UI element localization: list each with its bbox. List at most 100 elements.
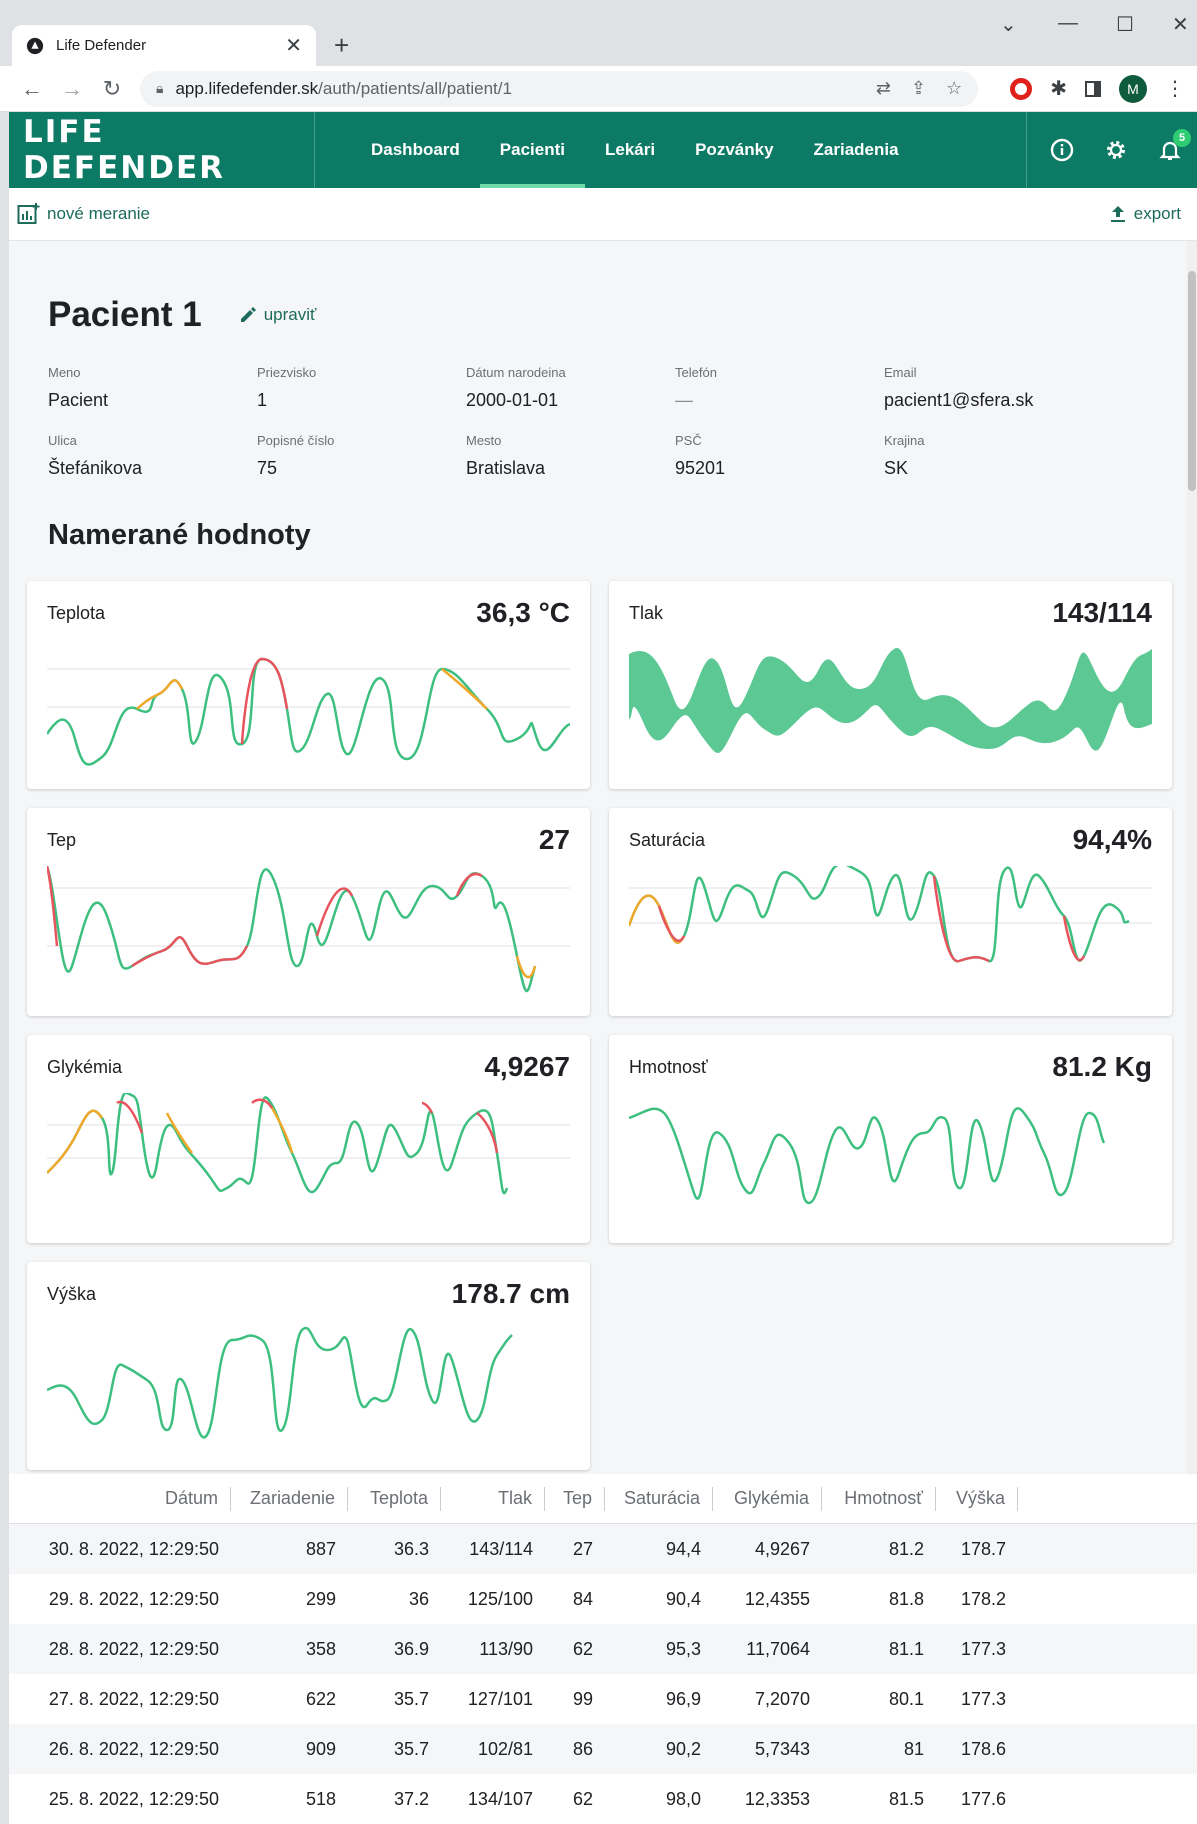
table-cell: 81.5: [888, 1788, 924, 1809]
field-mesto: Mesto Bratislava: [466, 433, 675, 479]
notifications-bell-icon[interactable]: 5: [1157, 129, 1191, 163]
col-glykemia[interactable]: Glykémia: [713, 1486, 822, 1511]
back-icon[interactable]: ←: [12, 76, 52, 102]
field-label: Popisné číslo: [257, 433, 335, 448]
card-teplota[interactable]: Teplota 36,3 °C: [27, 581, 590, 789]
table-cell: 29. 8. 2022, 12:29:50: [48, 1588, 219, 1609]
side-panel-icon[interactable]: [1085, 80, 1101, 97]
card-glykemia[interactable]: Glykémia 4,9267: [27, 1035, 590, 1243]
scrollbar[interactable]: [1187, 241, 1197, 1505]
table-cell: 36: [408, 1588, 429, 1609]
add-chart-icon: [17, 203, 40, 224]
table-row[interactable]: 25. 8. 2022, 12:29:50 518 37.2 134/107 62 98,…: [9, 1774, 1197, 1824]
vyska-sparkline: [47, 1326, 513, 1439]
card-title: Hmotnosť: [629, 1057, 708, 1077]
nav-pacienti[interactable]: Pacienti: [479, 112, 586, 188]
glykemia-sparkline: [47, 1093, 570, 1195]
close-tab-icon[interactable]: ✕: [285, 33, 302, 58]
table-cell: 35.7: [393, 1688, 429, 1709]
col-zariadenie[interactable]: Zariadenie: [231, 1486, 348, 1511]
export-button[interactable]: export: [1108, 204, 1181, 224]
table-cell: 12,4355: [744, 1588, 810, 1609]
tab-search-icon[interactable]: ⌄: [1000, 12, 1017, 37]
table-cell: 127/101: [467, 1688, 533, 1709]
opera-extension-icon[interactable]: [1010, 77, 1033, 100]
settings-gear-icon[interactable]: [1103, 137, 1129, 163]
table-cell: 178.2: [960, 1588, 1006, 1609]
share-icon[interactable]: ⇪: [911, 78, 926, 99]
col-tlak[interactable]: Tlak: [441, 1486, 545, 1511]
nav-dashboard[interactable]: Dashboard: [351, 112, 480, 188]
field-meno: Meno Pacient: [48, 365, 257, 411]
col-hmotnost[interactable]: Hmotnosť: [822, 1486, 936, 1511]
card-vyska[interactable]: Výška 178.7 cm: [27, 1262, 590, 1470]
browser-menu-icon[interactable]: ⋮: [1165, 76, 1185, 101]
table-cell: 887: [305, 1538, 336, 1559]
browser-tab[interactable]: Life Defender ✕: [12, 25, 316, 66]
action-bar: nové meranie export: [9, 188, 1197, 241]
profile-avatar[interactable]: M: [1119, 74, 1147, 103]
patient-header: Pacient 1 upraviť: [24, 241, 1179, 347]
card-tlak[interactable]: Tlak 143/114: [609, 581, 1172, 789]
brand-logo[interactable]: LIFE DEFENDER: [9, 112, 315, 188]
table-cell: 81.8: [888, 1588, 924, 1609]
table-cell: 36.3: [393, 1538, 429, 1559]
col-tep[interactable]: Tep: [545, 1486, 605, 1511]
col-teplota[interactable]: Teplota: [348, 1486, 441, 1511]
table-cell: 143/114: [469, 1538, 533, 1559]
new-tab-icon[interactable]: +: [334, 30, 349, 61]
field-value: Štefánikova: [48, 458, 143, 478]
translate-icon[interactable]: ⇄: [876, 78, 891, 99]
col-saturacia[interactable]: Saturácia: [605, 1486, 713, 1511]
table-cell: 28. 8. 2022, 12:29:50: [48, 1638, 219, 1659]
card-title: Glykémia: [47, 1057, 123, 1077]
table-cell: 99: [572, 1688, 593, 1709]
extensions-puzzle-icon[interactable]: ✱: [1050, 76, 1067, 101]
table-cell: 90,2: [665, 1738, 701, 1759]
table-cell: 27. 8. 2022, 12:29:50: [48, 1688, 219, 1709]
new-measurement-button[interactable]: nové meranie: [17, 203, 150, 225]
info-icon[interactable]: [1049, 137, 1075, 163]
notification-badge: 5: [1173, 129, 1191, 147]
table-row[interactable]: 28. 8. 2022, 12:29:50 358 36.9 113/90 62 95,3…: [9, 1624, 1197, 1674]
table-cell: 113/90: [479, 1638, 533, 1659]
table-row[interactable]: 27. 8. 2022, 12:29:50 622 35.7 127/101 99 96,…: [9, 1674, 1197, 1724]
hmotnost-sparkline: [629, 1107, 1106, 1205]
table-cell: 26. 8. 2022, 12:29:50: [48, 1738, 219, 1759]
table-row[interactable]: 29. 8. 2022, 12:29:50 299 36 125/100 84 90,4 1…: [9, 1574, 1197, 1624]
measurement-cards: Teplota 36,3 °C Tlak 143/114 Tep 27 Satu…: [24, 581, 1179, 1470]
table-cell: 62: [572, 1638, 593, 1659]
table-cell: 909: [305, 1738, 336, 1759]
minimize-icon[interactable]: —: [1058, 12, 1078, 35]
scrollbar-thumb[interactable]: [1188, 271, 1196, 491]
card-tep[interactable]: Tep 27: [27, 808, 590, 1016]
edit-patient-link[interactable]: upraviť: [238, 305, 316, 325]
field-krajina: Krajina SK: [884, 433, 1144, 479]
export-label: export: [1133, 204, 1181, 223]
field-label: Ulica: [48, 433, 77, 448]
nav-lekari[interactable]: Lekári: [585, 112, 675, 188]
table-row[interactable]: 26. 8. 2022, 12:29:50 909 35.7 102/81 86 90,2…: [9, 1724, 1197, 1774]
table-cell: 84: [572, 1588, 593, 1609]
close-window-icon[interactable]: ✕: [1172, 12, 1189, 37]
teplota-sparkline: [47, 657, 570, 766]
bookmark-star-icon[interactable]: ☆: [946, 78, 962, 99]
table-cell: 178.6: [960, 1738, 1006, 1759]
forward-icon[interactable]: →: [52, 76, 92, 102]
field-value: SK: [884, 458, 909, 478]
lock-icon[interactable]: 🔒︎: [156, 80, 163, 97]
nav-pozvanky[interactable]: Pozvánky: [675, 112, 793, 188]
card-title: Tlak: [629, 603, 664, 623]
table-cell: 35.7: [393, 1738, 429, 1759]
address-bar[interactable]: 🔒︎ app.lifedefender.sk/auth/patients/all…: [140, 70, 979, 107]
table-row[interactable]: 30. 8. 2022, 12:29:50 887 36.3 143/114 27 94,…: [9, 1524, 1197, 1574]
field-value: 1: [257, 390, 268, 410]
maximize-icon[interactable]: ☐: [1116, 12, 1134, 37]
col-datum[interactable]: Dátum: [9, 1486, 231, 1511]
card-hmotnost[interactable]: Hmotnosť 81.2 Kg: [609, 1035, 1172, 1243]
reload-icon[interactable]: ↻: [92, 76, 132, 102]
nav-zariadenia[interactable]: Zariadenia: [794, 112, 919, 188]
card-saturacia[interactable]: Saturácia 94,4%: [609, 808, 1172, 1016]
field-ulica: Ulica Štefánikova: [48, 433, 257, 479]
col-vyska[interactable]: Výška: [936, 1486, 1018, 1511]
